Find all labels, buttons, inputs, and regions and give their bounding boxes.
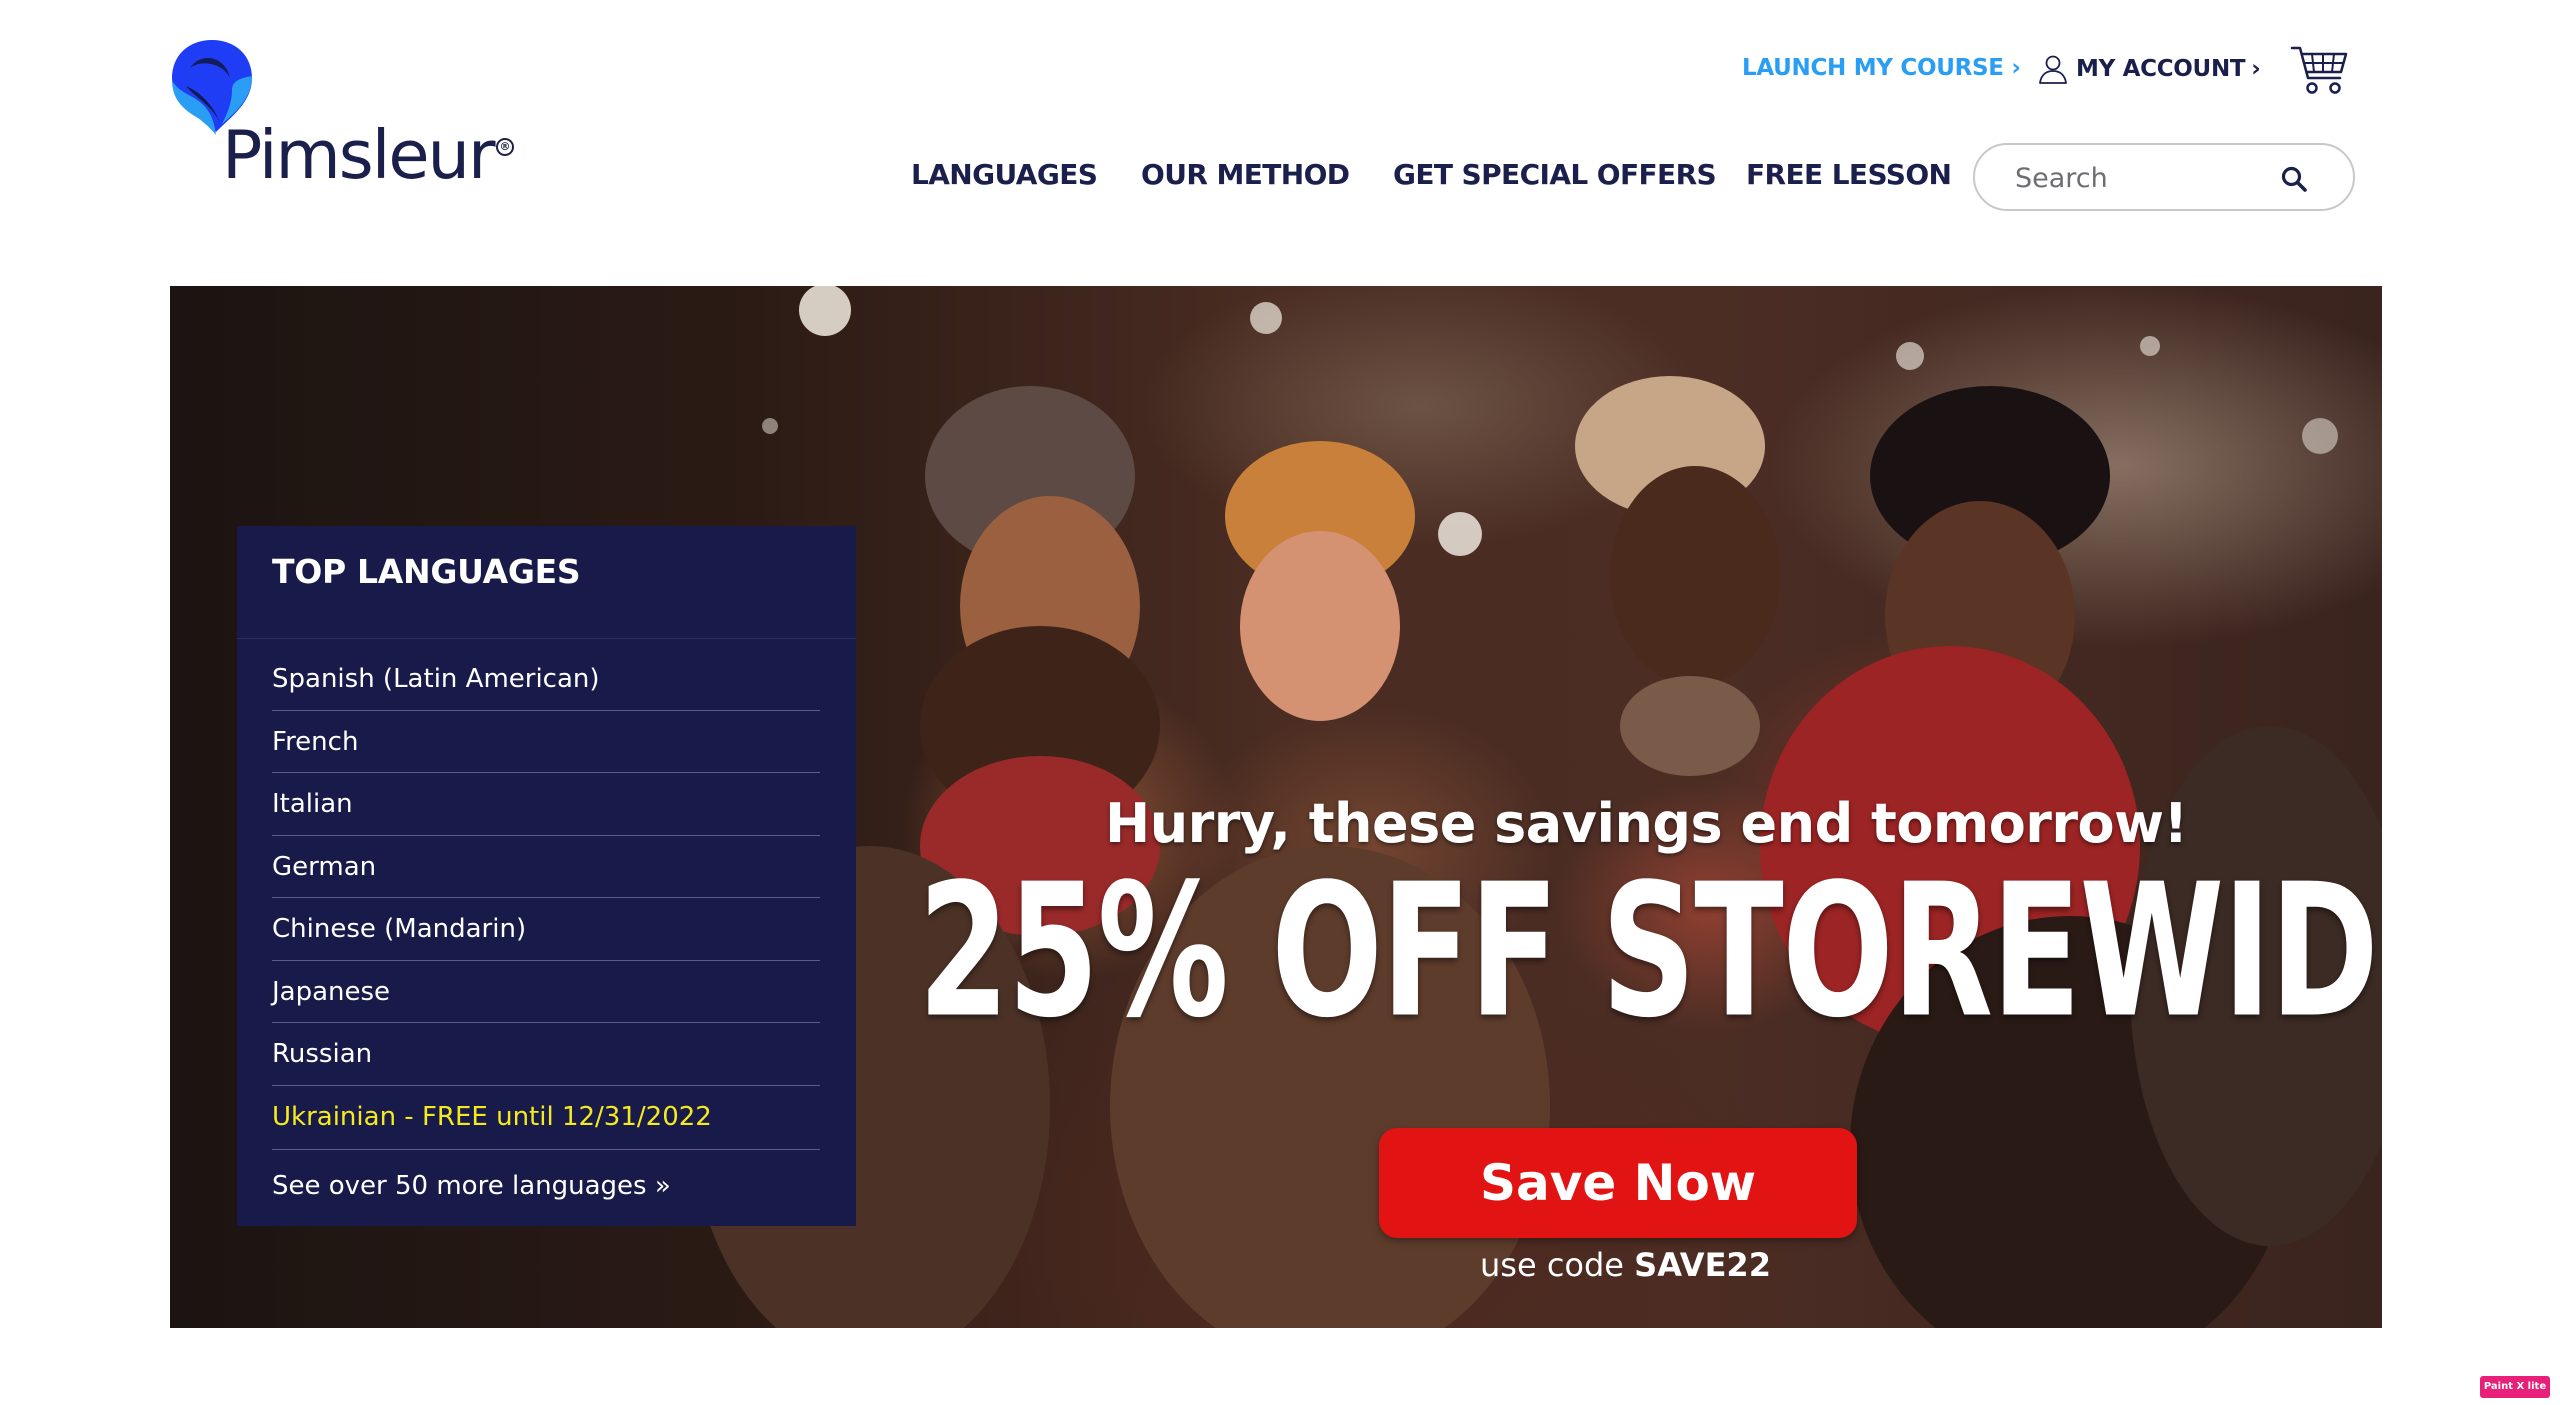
search-icon[interactable]	[2280, 165, 2308, 193]
top-languages-panel: TOP LANGUAGES Spanish (Latin American) F…	[237, 526, 856, 1226]
chevron-right-icon: ›	[2011, 55, 2021, 81]
nav-item-our-method[interactable]: OUR METHOD	[1141, 157, 1350, 193]
chevron-right-icon: ›	[2251, 56, 2261, 82]
launch-my-course-label: LAUNCH MY COURSE	[1742, 55, 2004, 81]
promo-code-prefix: use code	[1480, 1246, 1624, 1284]
nav-item-free-lesson[interactable]: FREE LESSON	[1746, 157, 1952, 193]
launch-my-course-link[interactable]: LAUNCH MY COURSE ›	[1742, 52, 2021, 84]
promo-code: use code SAVE22	[1480, 1246, 1771, 1284]
nav-item-languages[interactable]: LANGUAGES	[911, 157, 1098, 193]
hero-banner[interactable]: TOP LANGUAGES Spanish (Latin American) F…	[170, 286, 2382, 1328]
promo-discount: 25% OFF STOREWIDE	[918, 844, 2382, 1059]
my-account-link[interactable]: MY ACCOUNT ›	[2036, 52, 2261, 86]
user-icon	[2039, 55, 2067, 84]
language-list: Spanish (Latin American) French Italian …	[272, 648, 820, 1216]
save-now-button[interactable]: Save Now	[1379, 1128, 1857, 1238]
logo-wordmark: Pimsleur	[222, 116, 496, 194]
divider	[237, 638, 856, 639]
paint-x-lite-badge: Paint X lite	[2480, 1376, 2550, 1398]
top-languages-title: TOP LANGUAGES	[272, 552, 581, 591]
language-item-chinese[interactable]: Chinese (Mandarin)	[272, 898, 820, 961]
promo-code-value: SAVE22	[1634, 1246, 1771, 1284]
language-item-german[interactable]: German	[272, 836, 820, 898]
language-item-japanese[interactable]: Japanese	[272, 961, 820, 1023]
language-item-russian[interactable]: Russian	[272, 1023, 820, 1086]
my-account-label: MY ACCOUNT	[2076, 56, 2246, 82]
registered-mark: ®	[496, 138, 514, 156]
search-box	[1973, 143, 2355, 211]
language-item-ukrainian-free[interactable]: Ukrainian - FREE until 12/31/2022	[272, 1086, 820, 1150]
search-input[interactable]	[2015, 157, 2275, 199]
language-item-spanish[interactable]: Spanish (Latin American)	[272, 648, 820, 711]
pimsleur-logo[interactable]: Pimsleur ®	[170, 40, 530, 200]
nav-item-special-offers[interactable]: GET SPECIAL OFFERS	[1393, 157, 1717, 193]
language-item-italian[interactable]: Italian	[272, 773, 820, 836]
cart-icon[interactable]	[2290, 42, 2348, 96]
language-item-french[interactable]: French	[272, 711, 820, 773]
more-languages-link[interactable]: See over 50 more languages »	[272, 1150, 820, 1216]
